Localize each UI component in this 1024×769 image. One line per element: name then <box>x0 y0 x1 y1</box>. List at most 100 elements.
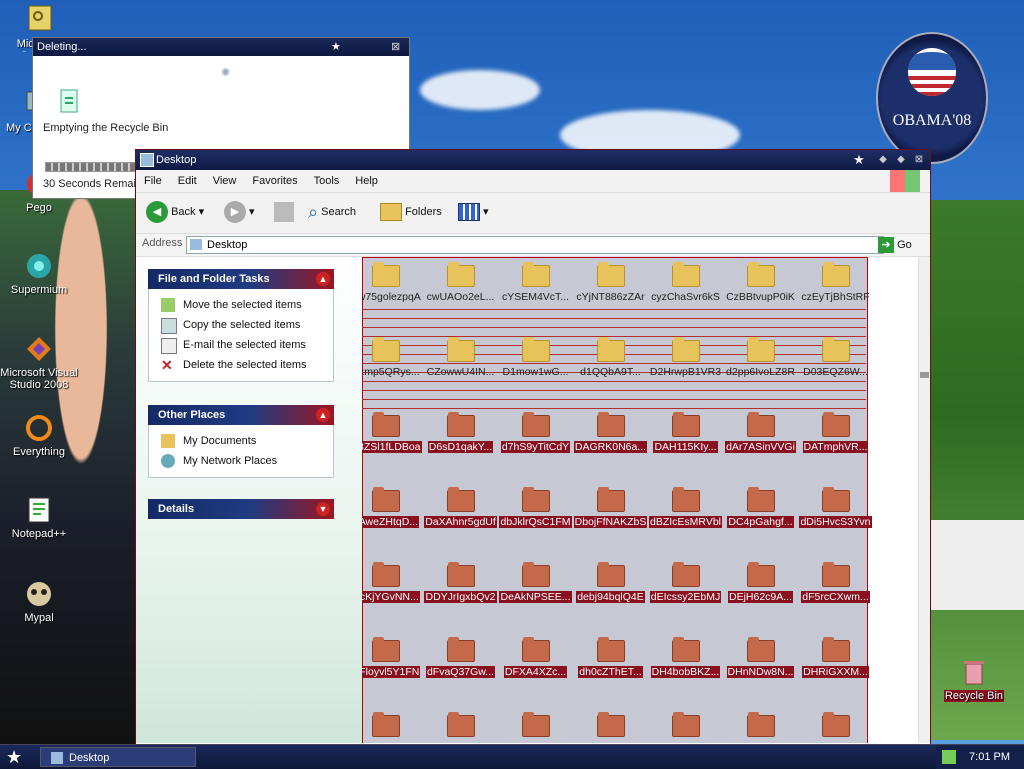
folder-item[interactable]: d1QQbA9T... <box>573 332 648 407</box>
place-my-network[interactable]: My Network Places <box>159 451 333 471</box>
folder-item[interactable]: CZowwU4IN... <box>423 332 498 407</box>
folder-item[interactable]: debj94bqlQ4E <box>573 557 648 632</box>
explorer-window[interactable]: Desktop ★ ◆ ◆ ⊠ File Edit View Favorites Too… <box>135 149 931 746</box>
desktop-icon-recycle-bin[interactable]: Recycle Bin <box>944 656 1004 702</box>
folder-item[interactable]: DcKjYGvNN... <box>362 557 423 632</box>
menu-file[interactable]: File <box>136 170 170 192</box>
folder-item[interactable]: DaXAhnr5gdUf <box>423 482 498 557</box>
folder-item[interactable]: dAr7ASinVVGi <box>723 407 798 482</box>
folder-item[interactable]: D03EQZ6W... <box>798 332 873 407</box>
folder-item[interactable] <box>498 707 573 743</box>
folder-name: dDi5HvcS3Yvn <box>799 516 872 528</box>
collapse-icon[interactable]: ▲ <box>316 408 330 422</box>
search-button[interactable]: ⌕ Search <box>308 200 356 224</box>
folder-name: cwUAOo2eL... <box>426 291 495 303</box>
task-move[interactable]: Move the selected items <box>159 295 333 315</box>
folder-item[interactable]: DFXA4XZc... <box>498 632 573 707</box>
folder-item[interactable]: DH4bobBKZ... <box>648 632 723 707</box>
folder-item[interactable]: DEjH62c9A... <box>723 557 798 632</box>
deleting-dialog-titlebar[interactable]: Deleting... ★ ⊠ <box>33 38 409 56</box>
views-button[interactable]: ▾ <box>458 200 489 224</box>
folder-item[interactable]: d2pp6IvoLZ8R <box>723 332 798 407</box>
folder-item[interactable]: dBZIcEsMRVbl <box>648 482 723 557</box>
start-star-icon[interactable]: ★ <box>6 747 28 767</box>
menu-view[interactable]: View <box>205 170 245 192</box>
folder-item[interactable]: Czmp5QRys... <box>362 332 423 407</box>
maximize-button[interactable]: ◆ <box>894 153 908 167</box>
explorer-titlebar[interactable]: Desktop ★ ◆ ◆ ⊠ <box>136 150 930 170</box>
folder-item[interactable]: D3ZSl1fLDBoa <box>362 407 423 482</box>
folder-item[interactable]: D6sD1qakY... <box>423 407 498 482</box>
minimize-button[interactable]: ◆ <box>876 153 890 167</box>
folder-item[interactable]: dh0cZThET... <box>573 632 648 707</box>
folder-icon <box>521 562 550 587</box>
expand-icon[interactable]: ▼ <box>316 502 330 516</box>
folder-item[interactable] <box>798 707 873 743</box>
collapse-icon[interactable]: ▲ <box>316 272 330 286</box>
vertical-scrollbar[interactable] <box>918 257 930 743</box>
close-icon[interactable]: ⊠ <box>391 38 400 56</box>
folder-item[interactable]: DC4pGahgf... <box>723 482 798 557</box>
folder-item[interactable]: cYjNT886zZAr <box>573 257 648 332</box>
folder-item[interactable] <box>423 707 498 743</box>
folder-item[interactable]: dAweZHtqD... <box>362 482 423 557</box>
folder-item[interactable] <box>573 707 648 743</box>
network-tray-icon[interactable] <box>942 750 956 764</box>
up-button[interactable] <box>274 200 294 224</box>
file-folder-tasks-header[interactable]: File and Folder Tasks ▲ <box>148 269 334 289</box>
folder-item[interactable] <box>362 707 423 743</box>
folder-item[interactable]: dDi5HvcS3Yvn <box>798 482 873 557</box>
folder-item[interactable]: cwUAOo2eL... <box>423 257 498 332</box>
menu-edit[interactable]: Edit <box>170 170 205 192</box>
folder-item[interactable]: DbojFfNAKZbS <box>573 482 648 557</box>
task-copy[interactable]: Copy the selected items <box>159 315 333 335</box>
address-input[interactable]: Desktop <box>186 236 884 254</box>
folder-item[interactable]: CzBBtvupP0iK <box>723 257 798 332</box>
folder-item[interactable]: DeAkNPSEE... <box>498 557 573 632</box>
menu-favorites[interactable]: Favorites <box>244 170 305 192</box>
folder-item[interactable]: Cw75golezpqA <box>362 257 423 332</box>
task-email[interactable]: E-mail the selected items <box>159 335 333 355</box>
folder-item[interactable]: DDYJrIgxbQv2 <box>423 557 498 632</box>
desktop-icon-supermium[interactable]: Supermium <box>0 250 78 296</box>
folder-item[interactable]: DATmphVR... <box>798 407 873 482</box>
other-places-header[interactable]: Other Places ▲ <box>148 405 334 425</box>
folder-item[interactable]: DHRiGXXM... <box>798 632 873 707</box>
menu-help[interactable]: Help <box>347 170 386 192</box>
forward-button[interactable]: ▶ ▾ <box>224 200 255 224</box>
folder-item[interactable]: DFloyvl5Y1FN <box>362 632 423 707</box>
place-my-documents[interactable]: My Documents <box>159 431 333 451</box>
go-button[interactable]: ➔ Go <box>878 236 912 254</box>
folder-item[interactable]: dF5rcCXwm... <box>798 557 873 632</box>
taskbar-button-desktop[interactable]: Desktop <box>40 747 196 767</box>
folder-item[interactable]: cyzChaSvr6kS <box>648 257 723 332</box>
details-title: Details <box>158 503 195 515</box>
desktop-icon-mypal[interactable]: Mypal <box>0 578 78 624</box>
close-button[interactable]: ⊠ <box>912 153 926 167</box>
desktop-icon-everything[interactable]: Everything <box>0 412 78 458</box>
folder-item[interactable]: dEIcssy2EbMJ <box>648 557 723 632</box>
menu-tools[interactable]: Tools <box>306 170 348 192</box>
scrollbar-thumb[interactable] <box>920 372 929 378</box>
folder-item[interactable]: dFvaQ37Gw... <box>423 632 498 707</box>
folder-name: d7hS9yTitCdY <box>500 441 571 453</box>
folder-item[interactable]: DAGRK0N6a... <box>573 407 648 482</box>
folder-item[interactable] <box>648 707 723 743</box>
folder-item[interactable]: DHnNDw8N... <box>723 632 798 707</box>
folder-name: cyzChaSvr6kS <box>651 291 720 303</box>
details-header[interactable]: Details ▼ <box>148 499 334 519</box>
folder-item[interactable]: czEyTjBhStRF <box>798 257 873 332</box>
desktop-icon-notepadpp[interactable]: Notepad++ <box>0 494 78 540</box>
folder-icon <box>140 153 154 167</box>
folder-item[interactable] <box>723 707 798 743</box>
back-button[interactable]: ◀ Back ▾ <box>146 200 204 224</box>
task-delete[interactable]: ✕ Delete the selected items <box>159 355 333 375</box>
folder-item[interactable]: D1mow1wG... <box>498 332 573 407</box>
desktop-icon-vs2008[interactable]: Microsoft Visual Studio 2008 <box>0 333 78 391</box>
folder-item[interactable]: cYSEM4VcT... <box>498 257 573 332</box>
folder-item[interactable]: d7hS9yTitCdY <box>498 407 573 482</box>
folder-item[interactable]: DAH115KIy... <box>648 407 723 482</box>
folder-item[interactable]: D2HrwpB1VR3 <box>648 332 723 407</box>
folders-button[interactable]: Folders <box>380 200 442 224</box>
folder-item[interactable]: dbJklrQsC1FM <box>498 482 573 557</box>
